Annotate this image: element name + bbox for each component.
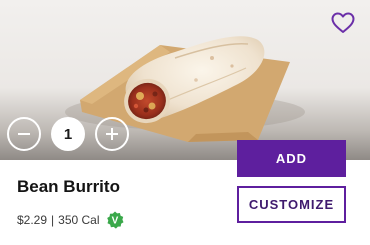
product-name: Bean Burrito bbox=[17, 177, 120, 196]
product-calories: 350 Cal bbox=[58, 213, 100, 227]
favorite-button[interactable] bbox=[329, 10, 357, 36]
increment-button[interactable] bbox=[95, 117, 129, 151]
quantity-stepper: 1 bbox=[7, 117, 131, 151]
product-image: 1 bbox=[0, 0, 370, 160]
add-button[interactable]: ADD bbox=[237, 140, 346, 177]
vegetarian-badge: V bbox=[106, 211, 124, 229]
plus-icon bbox=[106, 128, 118, 140]
product-card: 1 ADD CUSTOMIZE Bean Burrito $2.29 | 350… bbox=[0, 0, 370, 245]
vegetarian-badge-letter: V bbox=[111, 216, 118, 227]
product-price: $2.29 bbox=[17, 213, 48, 227]
meta-separator: | bbox=[51, 213, 55, 227]
vegetarian-badge-icon: V bbox=[106, 211, 124, 229]
heart-outline-icon bbox=[331, 12, 355, 33]
quantity-value: 1 bbox=[51, 117, 85, 151]
customize-button[interactable]: CUSTOMIZE bbox=[237, 186, 346, 223]
minus-icon bbox=[18, 133, 30, 135]
product-meta: $2.29 | 350 Cal V bbox=[17, 211, 124, 229]
decrement-button[interactable] bbox=[7, 117, 41, 151]
